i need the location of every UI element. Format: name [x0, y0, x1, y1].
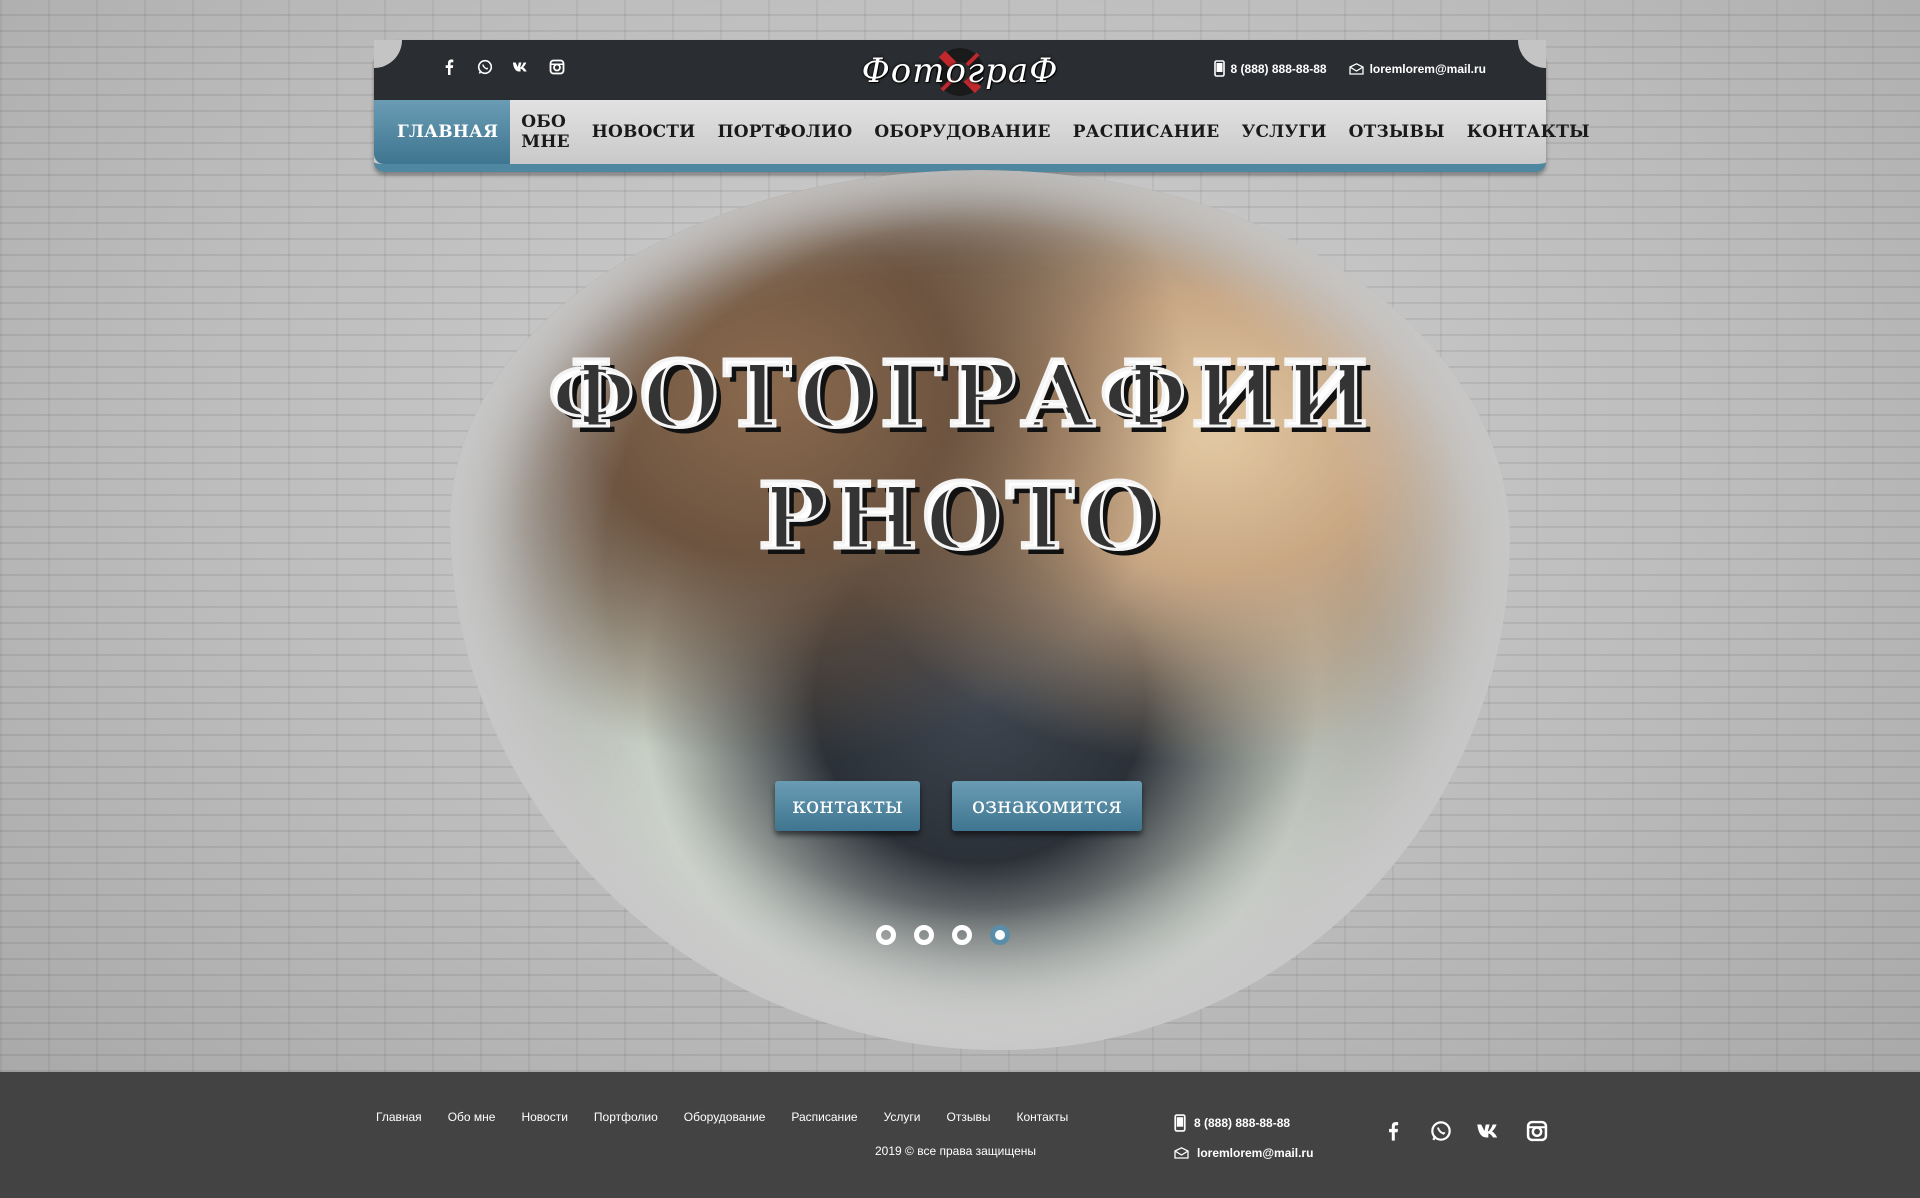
- nav-item-home[interactable]: ГЛАВНАЯ: [374, 100, 511, 164]
- copyright-year: 2019: [875, 1144, 902, 1158]
- main-navigation: ГЛАВНАЯ ОБО МНЕ НОВОСТИ ПОРТФОЛИО ОБОРУД…: [374, 100, 1590, 172]
- footer-email-address: loremlorem@mail.ru: [1197, 1146, 1314, 1160]
- nav-item-about[interactable]: ОБО МНЕ: [510, 100, 580, 164]
- envelope-icon: [1348, 62, 1364, 75]
- email-contact[interactable]: loremlorem@mail.ru: [1348, 60, 1486, 77]
- email-address: loremlorem@mail.ru: [1369, 61, 1486, 76]
- slider-dot-active[interactable]: [990, 925, 1010, 945]
- facebook-icon[interactable]: [1380, 1118, 1406, 1144]
- footer-link-services[interactable]: Услуги: [884, 1110, 921, 1124]
- copyright: 2019 © все права защищены: [875, 1144, 1036, 1158]
- nav-item-services[interactable]: УСЛУГИ: [1230, 100, 1337, 164]
- site-logo[interactable]: ФотограФ: [862, 44, 1057, 98]
- slider-pagination: [876, 925, 1010, 945]
- top-bar: ФотограФ 8 (888) 888-88-88 loremlorem@ma…: [374, 40, 1546, 100]
- footer-link-equipment[interactable]: Оборудование: [684, 1110, 766, 1124]
- corner-notch-right: [1518, 40, 1546, 68]
- nav-item-reviews[interactable]: ОТЗЫВЫ: [1338, 100, 1456, 164]
- hero-vignette: [450, 170, 1510, 1050]
- whatsapp-icon[interactable]: [1428, 1118, 1454, 1144]
- footer-link-contacts[interactable]: Контакты: [1016, 1110, 1068, 1124]
- instagram-icon[interactable]: [1524, 1118, 1550, 1144]
- contacts-button[interactable]: контакты: [775, 781, 920, 831]
- learn-more-button[interactable]: ознакомится: [952, 781, 1142, 831]
- slider-dot[interactable]: [952, 925, 972, 945]
- footer-phone[interactable]: 8 (888) 888-88-88: [1174, 1108, 1313, 1138]
- footer-link-news[interactable]: Новости: [521, 1110, 567, 1124]
- facebook-icon[interactable]: [440, 58, 458, 76]
- instagram-icon[interactable]: [548, 58, 566, 76]
- footer-link-reviews[interactable]: Отзывы: [946, 1110, 990, 1124]
- hero-couple-photo: [450, 170, 1510, 1050]
- footer-link-portfolio[interactable]: Портфолио: [594, 1110, 658, 1124]
- phone-contact[interactable]: 8 (888) 888-88-88: [1213, 60, 1327, 77]
- footer-contacts: 8 (888) 888-88-88 loremlorem@mail.ru: [1174, 1108, 1313, 1168]
- phone-icon: [1174, 1114, 1186, 1132]
- footer-link-home[interactable]: Главная: [376, 1110, 422, 1124]
- hero-title-line1: ФОТОГРАФИИ: [546, 339, 1373, 450]
- nav-item-contacts[interactable]: КОНТАКТЫ: [1456, 100, 1601, 164]
- contacts-top: 8 (888) 888-88-88 loremlorem@mail.ru: [1213, 60, 1486, 77]
- corner-notch-left: [374, 40, 402, 68]
- social-links-top: [440, 58, 566, 76]
- footer-email[interactable]: loremlorem@mail.ru: [1174, 1138, 1313, 1168]
- slider-dot[interactable]: [876, 925, 896, 945]
- copyright-symbol: ©: [905, 1144, 914, 1158]
- footer-link-schedule[interactable]: Расписание: [791, 1110, 857, 1124]
- vk-icon[interactable]: [1476, 1118, 1502, 1144]
- whatsapp-icon[interactable]: [476, 58, 494, 76]
- footer-link-about[interactable]: Обо мне: [448, 1110, 496, 1124]
- phone-icon: [1213, 60, 1225, 77]
- site-header: ФотограФ 8 (888) 888-88-88 loremlorem@ma…: [374, 40, 1590, 172]
- footer-menu: Главная Обо мне Новости Портфолио Оборуд…: [376, 1110, 1068, 1124]
- nav-item-news[interactable]: НОВОСТИ: [581, 100, 707, 164]
- nav-menu: ГЛАВНАЯ ОБО МНЕ НОВОСТИ ПОРТФОЛИО ОБОРУД…: [374, 100, 1590, 164]
- nav-item-schedule[interactable]: РАСПИСАНИЕ: [1062, 100, 1231, 164]
- envelope-icon: [1174, 1147, 1189, 1159]
- slider-dot[interactable]: [914, 925, 934, 945]
- hero-title-line2: PHOTO: [756, 461, 1163, 572]
- social-links-footer: [1380, 1118, 1550, 1144]
- vk-icon[interactable]: [512, 58, 530, 76]
- logo-text: ФотограФ: [861, 51, 1059, 91]
- footer-phone-number: 8 (888) 888-88-88: [1194, 1116, 1291, 1130]
- phone-number: 8 (888) 888-88-88: [1230, 61, 1327, 76]
- copyright-text: все права защищены: [917, 1144, 1036, 1158]
- nav-item-portfolio[interactable]: ПОРТФОЛИО: [706, 100, 863, 164]
- site-footer: Главная Обо мне Новости Портфолио Оборуд…: [0, 1072, 1920, 1198]
- nav-item-equipment[interactable]: ОБОРУДОВАНИЕ: [863, 100, 1061, 164]
